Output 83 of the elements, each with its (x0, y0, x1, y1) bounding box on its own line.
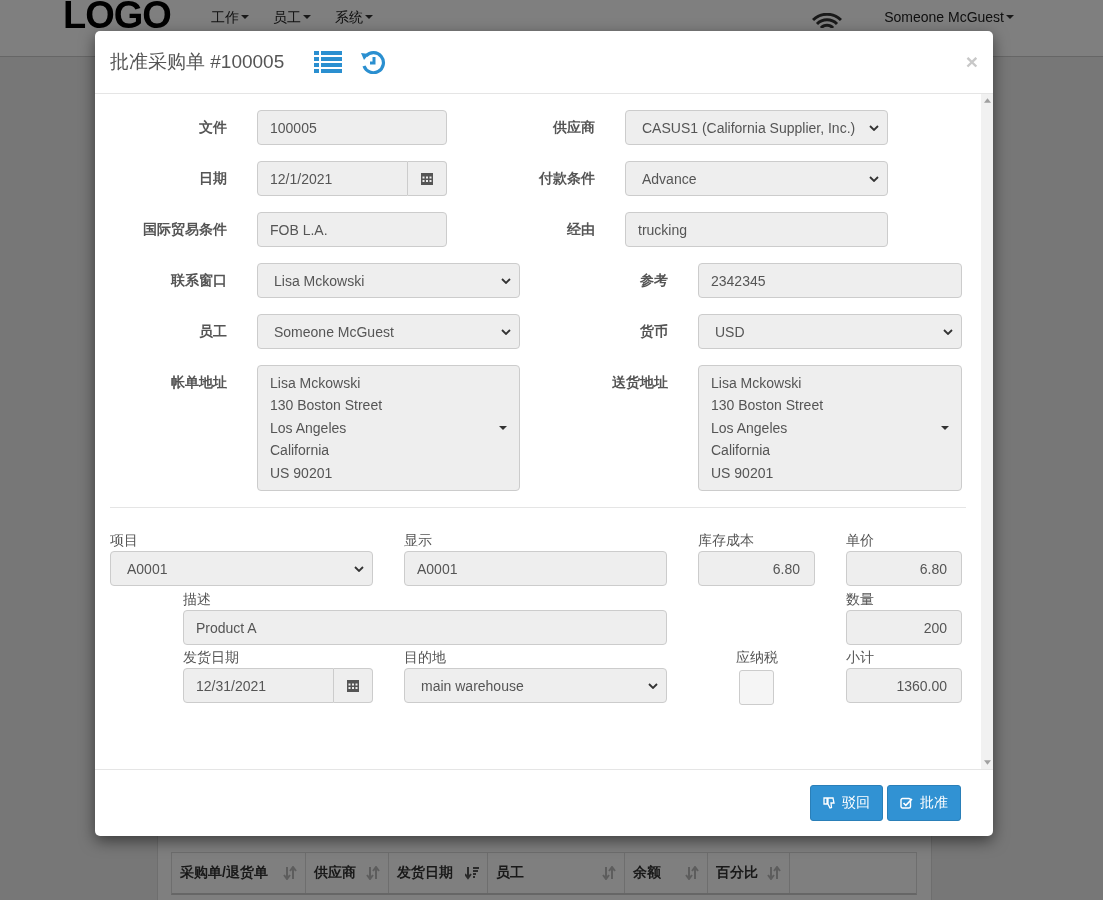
date-field[interactable]: 12/1/2021 (257, 161, 408, 196)
field-label: 小计 (846, 649, 875, 667)
check-square-icon (900, 797, 913, 809)
reject-button[interactable]: 驳回 (810, 785, 883, 821)
field-label: 联系窗口 (169, 271, 227, 290)
nav-menu[interactable]: 系统 (334, 9, 373, 25)
logo[interactable]: LOGO (63, 0, 171, 30)
nav-menu[interactable]: 员工 (272, 9, 311, 25)
field-label: 目的地 (404, 649, 447, 667)
text-field[interactable]: A0001 (404, 551, 667, 586)
history-icon[interactable] (360, 50, 387, 74)
caret-icon (364, 15, 373, 19)
nav-menu[interactable]: 工作 (210, 9, 249, 25)
chevron-icon (354, 565, 364, 572)
chevron-icon (869, 175, 879, 182)
caret-icon (302, 15, 311, 19)
caret-icon (499, 426, 507, 430)
chevron-icon (943, 328, 953, 335)
chevron-icon (501, 328, 511, 335)
column-header[interactable]: 余额 (625, 853, 708, 893)
column-header[interactable]: 采购单/退货单 (172, 853, 306, 893)
column-header[interactable]: 发货日期 (389, 853, 488, 893)
dropdown[interactable]: Someone McGuest (257, 314, 520, 349)
field-label: 单价 (846, 532, 875, 550)
column-header[interactable]: 百分比 (708, 853, 790, 893)
field-label: 文件 (198, 118, 227, 137)
text-field[interactable]: 2342345 (698, 263, 962, 298)
dropdown[interactable]: CASUS1 (California Supplier, Inc.) (625, 110, 888, 145)
chevron-icon (501, 277, 511, 284)
date-field[interactable]: 12/31/2021 (183, 668, 334, 703)
dropdown[interactable]: main warehouse (404, 668, 667, 703)
field-label: 经由 (566, 220, 595, 239)
dropdown[interactable]: A0001 (110, 551, 373, 586)
caret-icon (941, 426, 949, 430)
list-icon[interactable] (314, 51, 343, 73)
dropdown[interactable]: Lisa Mckowski (257, 263, 520, 298)
field-label: 货币 (639, 322, 668, 341)
column-header[interactable]: 供应商 (306, 853, 389, 893)
field-label: 描述 (183, 591, 212, 609)
field-label: 帐单地址 (170, 373, 227, 392)
checkbox[interactable] (739, 670, 774, 705)
field-label: 参考 (639, 271, 668, 290)
dialog-title: 批准采购单 #100005 (110, 50, 285, 74)
column-header[interactable]: 员工 (488, 853, 625, 893)
field-label: 库存成本 (698, 532, 755, 550)
text-field[interactable]: trucking (625, 212, 888, 247)
caret-icon (240, 15, 249, 19)
dropdown[interactable]: USD (698, 314, 962, 349)
text-field[interactable]: 1360.00 (846, 668, 962, 703)
text-field[interactable]: 6.80 (846, 551, 962, 586)
wifi-icon (812, 13, 843, 28)
field-label: 员工 (198, 322, 227, 341)
calendar-button[interactable] (334, 668, 373, 703)
user-menu[interactable]: Someone McGuest (884, 9, 1014, 25)
field-label: 数量 (846, 591, 875, 609)
chevron-icon (648, 682, 658, 689)
field-label: 发货日期 (183, 649, 240, 667)
address-dropdown[interactable]: Lisa Mckowski 130 Boston Street Los Angeles California US 90201 (698, 365, 962, 491)
caret-icon (1006, 15, 1014, 19)
field-label: 显示 (404, 532, 433, 550)
field-label: 付款条件 (538, 169, 595, 188)
calendar-icon (421, 172, 433, 185)
field-label: 送货地址 (611, 373, 668, 392)
field-label: 日期 (198, 169, 227, 188)
approve-button[interactable]: 批准 (887, 785, 961, 821)
text-field[interactable]: 200 (846, 610, 962, 645)
field-label: 国际贸易条件 (142, 220, 227, 239)
text-field[interactable]: FOB L.A. (257, 212, 447, 247)
field-label: 供应商 (552, 118, 595, 137)
calendar-icon (347, 679, 359, 692)
field-label: 应纳税 (735, 649, 778, 667)
scroll-down-icon[interactable] (983, 760, 991, 765)
chevron-icon (869, 124, 879, 131)
text-field[interactable]: Product A (183, 610, 667, 645)
text-field[interactable]: 6.80 (698, 551, 815, 586)
scroll-up-icon[interactable] (983, 98, 991, 103)
calendar-button[interactable] (408, 161, 447, 196)
text-field[interactable]: 100005 (257, 110, 447, 145)
dropdown[interactable]: Advance (625, 161, 888, 196)
field-label: 项目 (110, 532, 139, 550)
address-dropdown[interactable]: Lisa Mckowski 130 Boston Street Los Angeles California US 90201 (257, 365, 520, 491)
scrollbar[interactable] (981, 94, 993, 769)
thumbs-down-icon (823, 797, 835, 809)
